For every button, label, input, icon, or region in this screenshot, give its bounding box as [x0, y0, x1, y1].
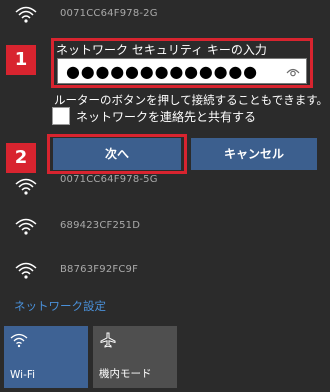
airplane-mode-tile[interactable]: 機内モード	[93, 326, 177, 388]
reveal-password-icon[interactable]	[286, 66, 300, 78]
network-item[interactable]: 689423CF251D	[0, 212, 330, 242]
network-item[interactable]: 0071CC64F978-2G	[0, 0, 330, 30]
step-badge-1: 1	[6, 45, 36, 75]
share-checkbox[interactable]	[52, 107, 70, 125]
security-key-label: ネットワーク セキュリティ キーの入力	[56, 43, 267, 57]
wifi-secured-icon	[15, 218, 37, 235]
wifi-secured-icon	[15, 6, 37, 23]
network-settings-link[interactable]: ネットワーク設定	[14, 298, 106, 314]
share-contacts-option[interactable]: ネットワークを連絡先と共有する	[52, 107, 312, 125]
wifi-secured-icon	[15, 178, 37, 195]
step-badge-2: 2	[6, 143, 36, 173]
network-flyout: 0071CC64F978-2G 0071CC64F978-5G 689423CF…	[0, 0, 330, 392]
share-checkbox-label: ネットワークを連絡先と共有する	[76, 110, 257, 124]
network-ssid: B8763F92FC9F	[60, 264, 139, 275]
security-key-highlight: ネットワーク セキュリティ キーの入力 ●●●●●●●●●●●●●	[51, 38, 313, 88]
wifi-secured-icon	[15, 262, 37, 279]
network-ssid: 689423CF251D	[60, 220, 141, 231]
security-key-value: ●●●●●●●●●●●●●	[66, 62, 258, 81]
next-button[interactable]: 次へ	[53, 138, 181, 170]
wifi-tile[interactable]: Wi-Fi	[4, 326, 88, 388]
router-button-hint: ルーターのボタンを押して接続することもできます。	[54, 93, 329, 107]
network-item[interactable]: 0071CC64F978-5G	[0, 172, 330, 202]
cancel-button[interactable]: キャンセル	[191, 138, 317, 170]
airplane-icon	[100, 332, 116, 348]
wifi-icon	[10, 333, 28, 348]
wifi-tile-label: Wi-Fi	[10, 369, 36, 381]
network-ssid: 0071CC64F978-5G	[60, 174, 158, 185]
airplane-mode-tile-label: 機内モード	[99, 368, 152, 380]
network-item[interactable]: B8763F92FC9F	[0, 256, 330, 286]
security-key-input[interactable]: ●●●●●●●●●●●●●	[57, 58, 307, 84]
network-ssid: 0071CC64F978-2G	[60, 8, 158, 19]
